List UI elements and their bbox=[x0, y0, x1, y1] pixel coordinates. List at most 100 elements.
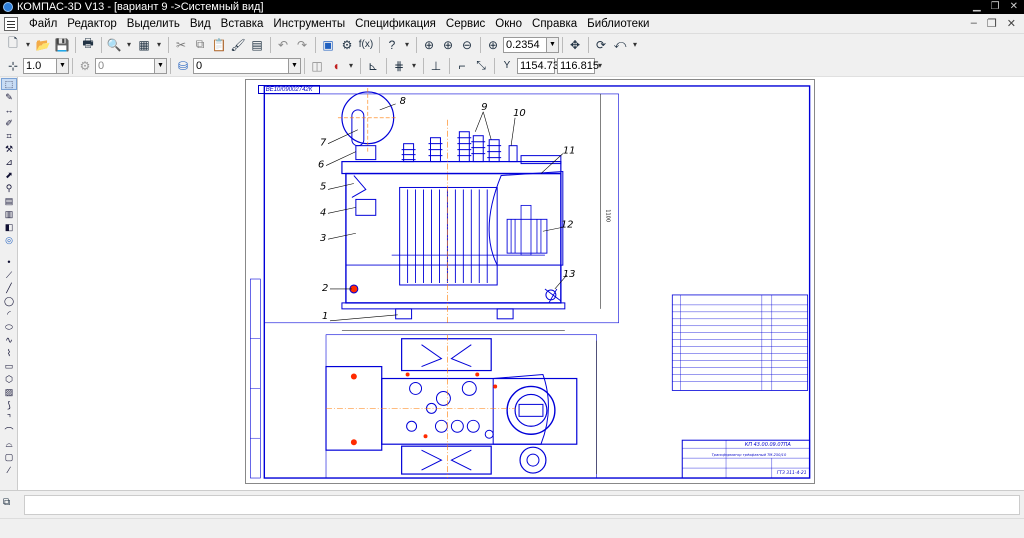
document-icon[interactable] bbox=[4, 16, 18, 31]
snap-dropdown-icon[interactable]: ▾ bbox=[346, 57, 356, 75]
refresh-view-icon[interactable]: ⟳ bbox=[592, 36, 610, 54]
snap-grid-icon[interactable]: ⊹ bbox=[4, 57, 22, 75]
maximize-icon[interactable]: ❐ bbox=[991, 1, 1000, 12]
preview-dropdown-icon[interactable]: ▾ bbox=[124, 36, 134, 54]
doc-restore-icon[interactable]: ❐ bbox=[987, 17, 997, 30]
properties-dropdown-icon[interactable]: ▾ bbox=[154, 36, 164, 54]
local-cs-icon[interactable]: ⊥ bbox=[427, 57, 445, 75]
variables-icon[interactable]: f(x) bbox=[357, 36, 375, 54]
menu-help[interactable]: Справка bbox=[527, 18, 582, 30]
layer-dropdown[interactable]: ▼ bbox=[155, 57, 167, 74]
report-tool-icon[interactable]: ▤ bbox=[1, 195, 17, 207]
grid-dropdown-icon[interactable]: ▾ bbox=[409, 57, 419, 75]
save-icon[interactable]: 💾 bbox=[53, 36, 71, 54]
grid-icon[interactable]: ⋕ bbox=[390, 57, 408, 75]
manager-icon[interactable]: ▣ bbox=[319, 36, 337, 54]
zoom-out-icon[interactable]: ⊖ bbox=[458, 36, 476, 54]
cursor-coords-icon[interactable]: ⤡ bbox=[472, 57, 490, 75]
insert-tool-icon[interactable]: ▥ bbox=[1, 208, 17, 220]
menu-editor[interactable]: Редактор bbox=[62, 18, 122, 30]
properties-icon[interactable]: ▦ bbox=[135, 36, 153, 54]
parametrization-tool-icon[interactable]: ⚒ bbox=[1, 143, 17, 155]
close-icon[interactable]: ✕ bbox=[1010, 1, 1018, 12]
toolbar-more-icon[interactable]: ▾ bbox=[630, 36, 640, 54]
fragment-tool-icon[interactable]: ◎ bbox=[1, 234, 17, 246]
drawing-canvas[interactable]: 1 2 3 4 5 6 7 8 9 10 11 12 13 1100 КП 43… bbox=[18, 77, 1024, 495]
help-dropdown-icon[interactable]: ▾ bbox=[402, 36, 412, 54]
cursor-x-input[interactable]: 1154.73 bbox=[517, 57, 559, 74]
minimize-icon[interactable]: ▁ bbox=[973, 1, 981, 12]
menu-tools[interactable]: Инструменты bbox=[268, 18, 350, 30]
point-tool-icon[interactable]: • bbox=[1, 256, 17, 268]
menu-libraries[interactable]: Библиотеки bbox=[582, 18, 654, 30]
cursor-y-input[interactable]: 116.815 bbox=[557, 57, 599, 74]
chamfer-tool-icon[interactable]: ⌝ bbox=[1, 412, 17, 424]
state-input[interactable]: 0 bbox=[193, 57, 289, 74]
ortho-mode-icon[interactable]: ⌐ bbox=[453, 57, 471, 75]
library-icon[interactable]: ⚙ bbox=[338, 36, 356, 54]
select-tool-icon[interactable]: ⬚ bbox=[1, 78, 17, 90]
measure-tool-icon[interactable]: ⊿ bbox=[1, 156, 17, 168]
geometry-tool-icon[interactable]: ✎ bbox=[1, 91, 17, 103]
zoom-in-icon[interactable]: ⊕ bbox=[439, 36, 457, 54]
table-icon[interactable]: ▤ bbox=[248, 36, 266, 54]
arc-tool-icon[interactable]: ◜ bbox=[1, 308, 17, 320]
zoom-scale-input[interactable]: 0.2354 bbox=[503, 36, 547, 53]
preview-icon[interactable]: 🔍 bbox=[105, 36, 123, 54]
new-dropdown-icon[interactable]: ▾ bbox=[23, 36, 33, 54]
format-brush-icon[interactable]: 🖌 bbox=[229, 36, 247, 54]
edit-tool-icon[interactable]: ⌗ bbox=[1, 130, 17, 142]
paste-icon[interactable]: 📋 bbox=[210, 36, 228, 54]
equidistant-tool-icon[interactable]: ⌓ bbox=[1, 438, 17, 450]
spec-tool-icon[interactable]: ⚲ bbox=[1, 182, 17, 194]
cut-icon[interactable]: ✂ bbox=[172, 36, 190, 54]
fillet-tool-icon[interactable]: ⌒ bbox=[1, 425, 17, 437]
redo-icon[interactable]: ↷ bbox=[293, 36, 311, 54]
menu-view[interactable]: Вид bbox=[185, 18, 216, 30]
command-input-area[interactable] bbox=[24, 495, 1020, 515]
spline-tool-icon[interactable]: ∿ bbox=[1, 334, 17, 346]
dimensions-tool-icon[interactable]: ↔ bbox=[1, 104, 17, 116]
polygon-tool-icon[interactable]: ⬡ bbox=[1, 373, 17, 385]
layer-input[interactable]: 0 bbox=[95, 57, 155, 74]
zoom-previous-icon[interactable]: ⤺ bbox=[611, 36, 629, 54]
menu-service[interactable]: Сервис bbox=[441, 18, 490, 30]
undo-icon[interactable]: ↶ bbox=[274, 36, 292, 54]
zoom-window-icon[interactable]: ⊕ bbox=[420, 36, 438, 54]
circle-tool-icon[interactable]: ◯ bbox=[1, 295, 17, 307]
open-folder-icon[interactable]: 📂 bbox=[34, 36, 52, 54]
new-document-icon[interactable]: 🗋 bbox=[4, 36, 22, 54]
menu-insert[interactable]: Вставка bbox=[216, 18, 269, 30]
polyline-tool-icon[interactable]: ⌇ bbox=[1, 347, 17, 359]
segment-tool-icon[interactable]: ╱ bbox=[1, 282, 17, 294]
state-layers-icon[interactable]: ⛁ bbox=[174, 57, 192, 75]
select-mode-icon[interactable]: ⬈ bbox=[1, 169, 17, 181]
zoom-scale-icon[interactable]: ⊕ bbox=[484, 36, 502, 54]
menu-select[interactable]: Выделить bbox=[122, 18, 185, 30]
snap-magnet-icon[interactable]: ◖ bbox=[327, 57, 345, 75]
doc-minimize-icon[interactable]: ‒ bbox=[971, 17, 977, 30]
rectangle-tool-icon[interactable]: ▭ bbox=[1, 360, 17, 372]
style-scale-dropdown[interactable]: ▼ bbox=[57, 57, 69, 74]
ellipse-tool-icon[interactable]: ⬭ bbox=[1, 321, 17, 333]
pan-icon[interactable]: ✥ bbox=[566, 36, 584, 54]
format-tool-icon[interactable]: ◧ bbox=[1, 221, 17, 233]
aux-line-tool-icon[interactable]: ⟋ bbox=[1, 269, 17, 281]
region-tool-icon[interactable]: ▢ bbox=[1, 451, 17, 463]
doc-close-icon[interactable]: ✕ bbox=[1007, 17, 1016, 30]
coords-more-icon[interactable]: ▾ bbox=[595, 57, 605, 75]
menu-window[interactable]: Окно bbox=[490, 18, 527, 30]
notation-tool-icon[interactable]: ✐ bbox=[1, 117, 17, 129]
style-scale-input[interactable]: 1.0 bbox=[23, 57, 57, 74]
axis-tool-icon[interactable]: ∕ bbox=[1, 464, 17, 476]
copy-icon[interactable]: ⧉ bbox=[191, 36, 209, 54]
layer-icon[interactable]: ⚙ bbox=[76, 57, 94, 75]
zoom-scale-dropdown[interactable]: ▼ bbox=[547, 36, 559, 53]
menu-file[interactable]: Файл bbox=[24, 18, 62, 30]
parameters-icon[interactable]: ◫ bbox=[308, 57, 326, 75]
layers-panel-icon[interactable]: ⧉ bbox=[3, 497, 17, 511]
contour-tool-icon[interactable]: ⟆ bbox=[1, 399, 17, 411]
help-pointer-icon[interactable]: ? bbox=[383, 36, 401, 54]
menu-specification[interactable]: Спецификация bbox=[350, 18, 441, 30]
print-icon[interactable]: 🖶 bbox=[79, 36, 97, 54]
